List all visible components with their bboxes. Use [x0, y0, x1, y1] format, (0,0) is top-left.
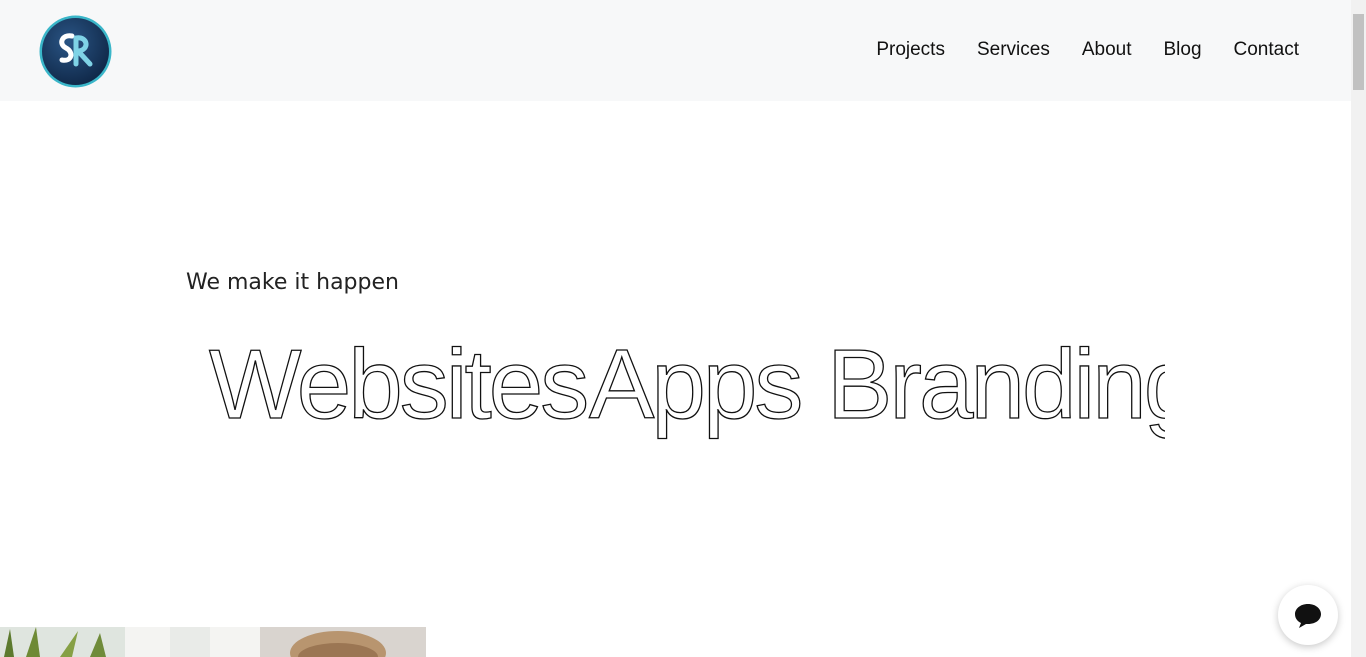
hero-words-svg: Websites Apps Branding — [208, 328, 1199, 439]
hero-word-branding: Branding — [827, 330, 1165, 439]
nav-link-about[interactable]: About — [1082, 38, 1132, 62]
hero-word-websites: Websites — [209, 330, 586, 439]
hero-word-apps: Apps — [589, 330, 800, 439]
nav-link-blog[interactable]: Blog — [1163, 38, 1201, 62]
hero-photo-image — [0, 627, 426, 657]
nav-link-services[interactable]: Services — [977, 38, 1050, 62]
hero-photo — [0, 627, 426, 657]
logo[interactable] — [38, 14, 113, 89]
chat-bubble-icon — [1295, 604, 1321, 628]
sr-monogram-logo-icon — [39, 15, 112, 88]
scrollbar[interactable] — [1351, 0, 1366, 657]
hero-words: Websites Apps Branding — [205, 328, 1199, 450]
nav-link-projects[interactable]: Projects — [876, 38, 945, 62]
hero-subtitle: We make it happen — [186, 270, 399, 295]
nav-link-contact[interactable]: Contact — [1234, 38, 1299, 62]
page: Projects Services About Blog Contact We … — [0, 0, 1366, 657]
scrollbar-thumb[interactable] — [1353, 14, 1364, 90]
site-header: Projects Services About Blog Contact — [0, 0, 1351, 101]
main-nav: Projects Services About Blog Contact — [876, 38, 1299, 62]
chat-button[interactable] — [1278, 585, 1338, 645]
